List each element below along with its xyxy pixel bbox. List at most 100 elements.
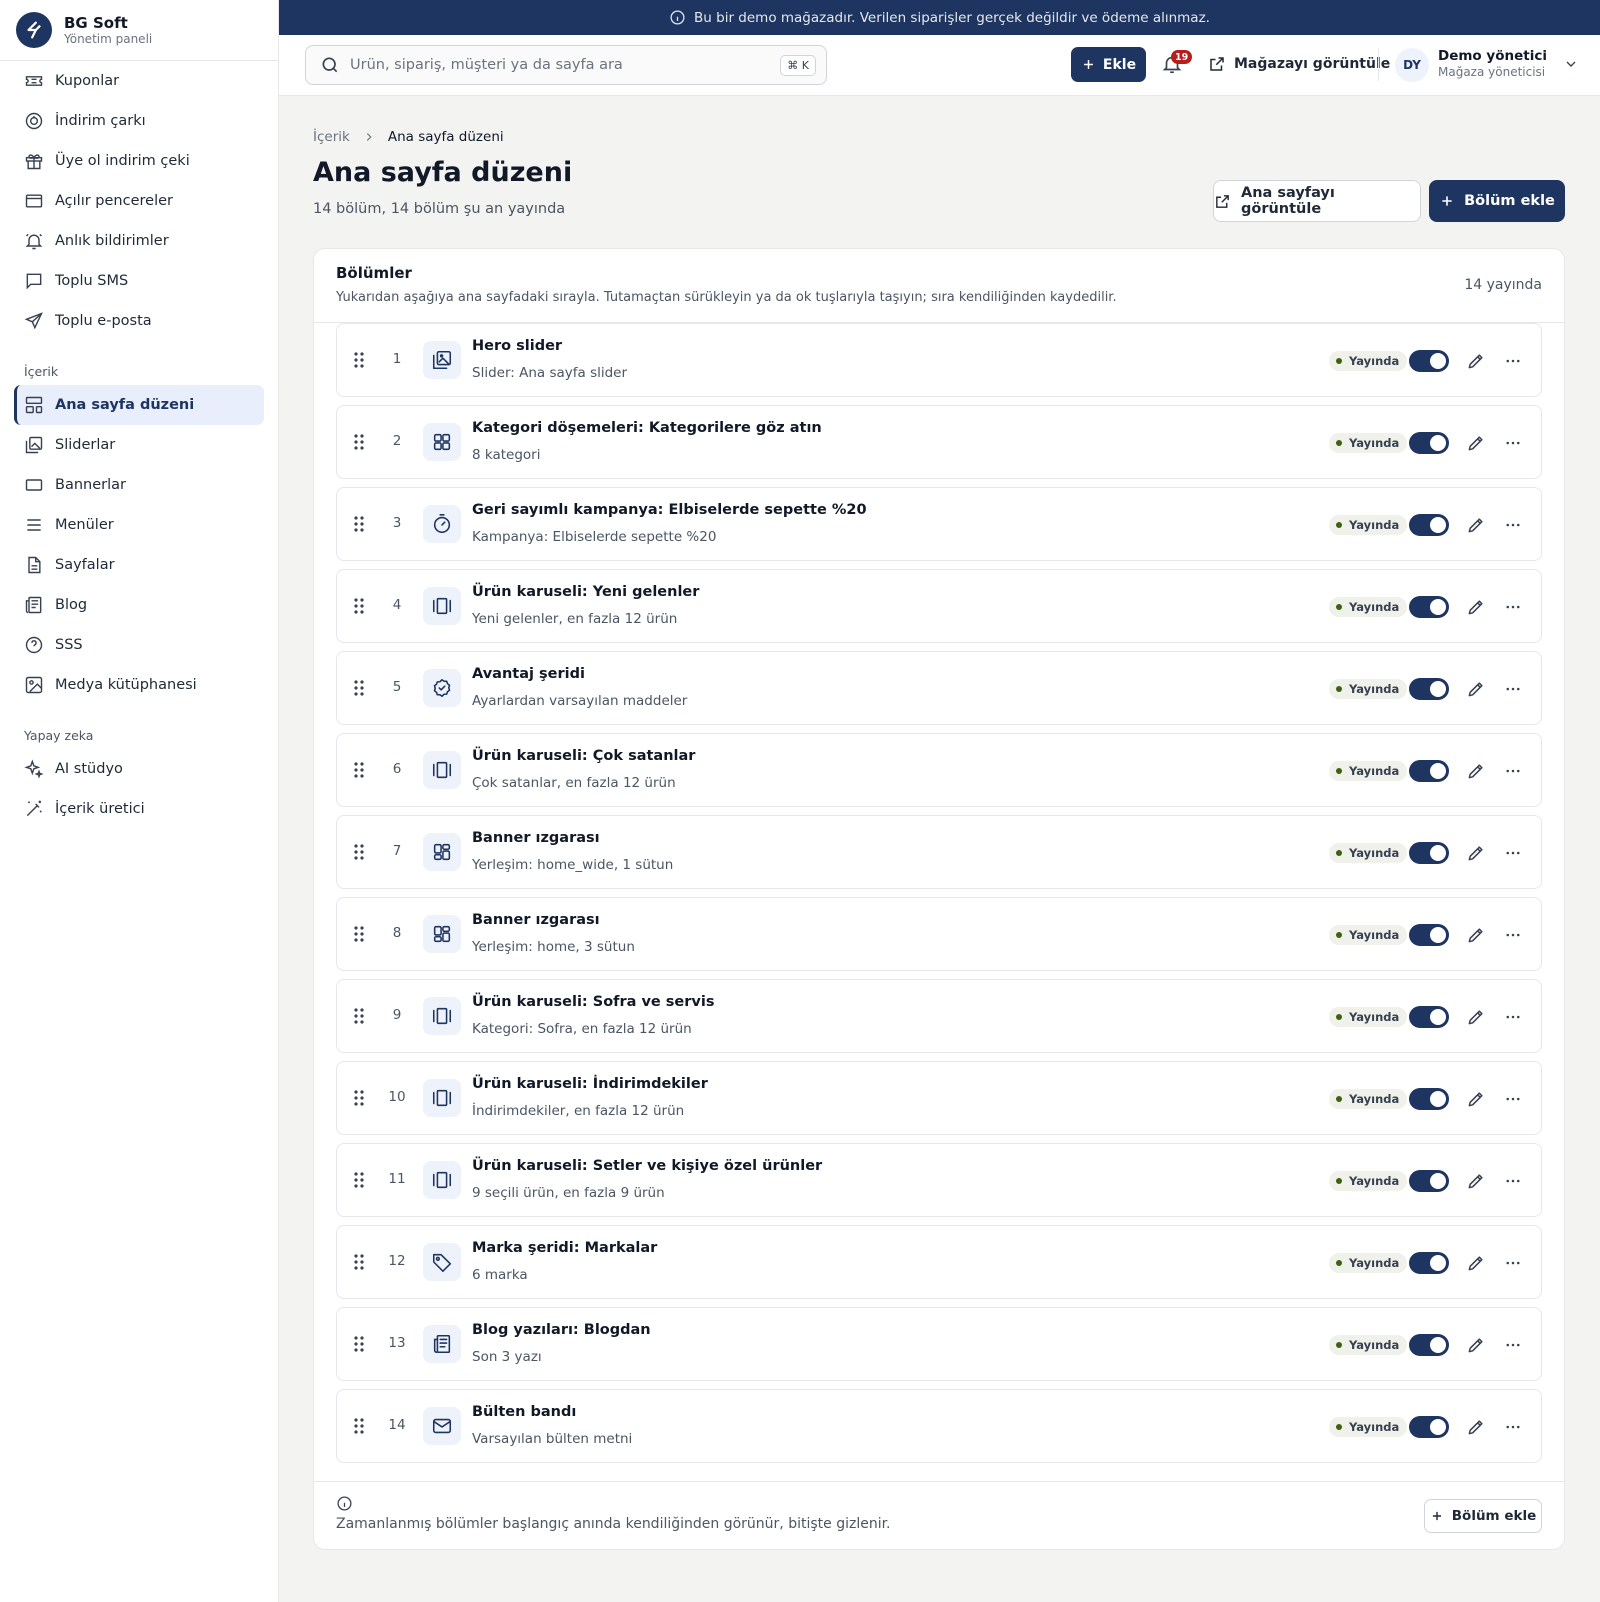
drag-handle-icon[interactable]	[351, 1171, 367, 1189]
sidebar-item-homepage-layout[interactable]: Ana sayfa düzeni	[14, 385, 264, 425]
section-row[interactable]: 7 Banner ızgarası Yerleşim: home_wide, 1 s…	[336, 815, 1542, 889]
footer-add-section-button[interactable]: Bölüm ekle	[1424, 1499, 1542, 1533]
sidebar-item-push[interactable]: Anlık bildirimler	[14, 221, 264, 261]
more-horizontal-icon[interactable]	[1504, 844, 1522, 862]
publish-toggle[interactable]	[1409, 678, 1449, 700]
chevron-down-icon[interactable]	[1563, 56, 1579, 72]
view-store-link[interactable]: Mağazayı görüntüle	[1208, 53, 1390, 75]
more-horizontal-icon[interactable]	[1504, 1254, 1522, 1272]
pencil-icon[interactable]	[1466, 925, 1486, 945]
section-row[interactable]: 5 Avantaj şeridi Ayarlardan varsayılan mad…	[336, 651, 1542, 725]
more-horizontal-icon[interactable]	[1504, 516, 1522, 534]
section-row[interactable]: 2 Kategori döşemeleri: Kategorilere göz a…	[336, 405, 1542, 479]
publish-toggle[interactable]	[1409, 1334, 1449, 1356]
section-row[interactable]: 3 Geri sayımlı kampanya: Elbiselerde sepe…	[336, 487, 1542, 561]
sidebar-item-popups[interactable]: Açılır pencereler	[14, 181, 264, 221]
sidebar-item-ai-studio[interactable]: AI stüdyo	[14, 749, 264, 789]
pencil-icon[interactable]	[1466, 351, 1486, 371]
user-name[interactable]: Demo yönetici	[1438, 48, 1547, 64]
section-row[interactable]: 9 Ürün karuseli: Sofra ve servis Kategori:…	[336, 979, 1542, 1053]
drag-handle-icon[interactable]	[351, 761, 367, 779]
sidebar-item-bulk-sms[interactable]: Toplu SMS	[14, 261, 264, 301]
sidebar-item-pages[interactable]: Sayfalar	[14, 545, 264, 585]
publish-toggle[interactable]	[1409, 1416, 1449, 1438]
sidebar-item-discount-wheel[interactable]: İndirim çarkı	[14, 101, 264, 141]
section-row[interactable]: 10 Ürün karuseli: İndirimdekiler İndirimde…	[336, 1061, 1542, 1135]
section-row[interactable]: 12 Marka şeridi: Markalar 6 marka Yayında	[336, 1225, 1542, 1299]
section-row[interactable]: 14 Bülten bandı Varsayılan bülten metni Yay…	[336, 1389, 1542, 1463]
brand[interactable]: BG Soft Yönetim paneli	[0, 0, 278, 61]
section-row[interactable]: 11 Ürün karuseli: Setler ve kişiye özel ü…	[336, 1143, 1542, 1217]
pencil-icon[interactable]	[1466, 1171, 1486, 1191]
pencil-icon[interactable]	[1466, 679, 1486, 699]
breadcrumb-parent[interactable]: İçerik	[313, 129, 350, 145]
pencil-icon[interactable]	[1466, 597, 1486, 617]
search-input[interactable]	[350, 57, 760, 73]
drag-handle-icon[interactable]	[351, 515, 367, 533]
sidebar-item-blog[interactable]: Blog	[14, 585, 264, 625]
pencil-icon[interactable]	[1466, 515, 1486, 535]
section-row[interactable]: 4 Ürün karuseli: Yeni gelenler Yeni gelenl…	[336, 569, 1542, 643]
status-dot	[1336, 686, 1342, 692]
drag-handle-icon[interactable]	[351, 1417, 367, 1435]
publish-toggle[interactable]	[1409, 842, 1449, 864]
section-row[interactable]: 8 Banner ızgarası Yerleşim: home, 3 sütun Y…	[336, 897, 1542, 971]
sidebar-item-bulk-email[interactable]: Toplu e-posta	[14, 301, 264, 341]
pencil-icon[interactable]	[1466, 761, 1486, 781]
publish-toggle[interactable]	[1409, 1170, 1449, 1192]
publish-toggle[interactable]	[1409, 1252, 1449, 1274]
drag-handle-icon[interactable]	[351, 1089, 367, 1107]
drag-handle-icon[interactable]	[351, 679, 367, 697]
publish-toggle[interactable]	[1409, 1088, 1449, 1110]
sidebar-item-banners[interactable]: Bannerlar	[14, 465, 264, 505]
more-horizontal-icon[interactable]	[1504, 598, 1522, 616]
pencil-icon[interactable]	[1466, 433, 1486, 453]
more-horizontal-icon[interactable]	[1504, 762, 1522, 780]
publish-toggle[interactable]	[1409, 596, 1449, 618]
publish-toggle[interactable]	[1409, 1006, 1449, 1028]
drag-handle-icon[interactable]	[351, 1253, 367, 1271]
section-row[interactable]: 1 Hero slider Slider: Ana sayfa slider Yayı…	[336, 323, 1542, 397]
publish-toggle[interactable]	[1409, 514, 1449, 536]
avatar[interactable]: DY	[1395, 48, 1429, 82]
drag-handle-icon[interactable]	[351, 433, 367, 451]
more-horizontal-icon[interactable]	[1504, 1418, 1522, 1436]
publish-toggle[interactable]	[1409, 924, 1449, 946]
sidebar-item-sliders[interactable]: Sliderlar	[14, 425, 264, 465]
more-horizontal-icon[interactable]	[1504, 680, 1522, 698]
sidebar-item-content-generator[interactable]: İçerik üretici	[14, 789, 264, 829]
section-row[interactable]: 6 Ürün karuseli: Çok satanlar Çok satanlar…	[336, 733, 1542, 807]
more-horizontal-icon[interactable]	[1504, 434, 1522, 452]
view-homepage-button[interactable]: Ana sayfayı görüntüle	[1213, 180, 1421, 222]
publish-toggle[interactable]	[1409, 432, 1449, 454]
more-horizontal-icon[interactable]	[1504, 352, 1522, 370]
drag-handle-icon[interactable]	[351, 1007, 367, 1025]
sidebar-item-faq[interactable]: SSS	[14, 625, 264, 665]
pencil-icon[interactable]	[1466, 1007, 1486, 1027]
add-button[interactable]: Ekle	[1071, 47, 1146, 82]
drag-handle-icon[interactable]	[351, 351, 367, 369]
add-section-button[interactable]: Bölüm ekle	[1429, 180, 1565, 222]
more-horizontal-icon[interactable]	[1504, 1336, 1522, 1354]
sidebar-item-media-library[interactable]: Medya kütüphanesi	[14, 665, 264, 705]
drag-handle-icon[interactable]	[351, 1335, 367, 1353]
publish-toggle[interactable]	[1409, 350, 1449, 372]
drag-handle-icon[interactable]	[351, 843, 367, 861]
more-horizontal-icon[interactable]	[1504, 1008, 1522, 1026]
drag-handle-icon[interactable]	[351, 597, 367, 615]
search-box[interactable]: ⌘ K	[305, 45, 827, 85]
pencil-icon[interactable]	[1466, 1253, 1486, 1273]
pencil-icon[interactable]	[1466, 1417, 1486, 1437]
drag-handle-icon[interactable]	[351, 925, 367, 943]
more-horizontal-icon[interactable]	[1504, 1090, 1522, 1108]
sidebar-item-menus[interactable]: Menüler	[14, 505, 264, 545]
section-row[interactable]: 13 Blog yazıları: Blogdan Son 3 yazı Yayınd…	[336, 1307, 1542, 1381]
pencil-icon[interactable]	[1466, 1089, 1486, 1109]
sidebar-item-coupons[interactable]: Kuponlar	[14, 61, 264, 101]
pencil-icon[interactable]	[1466, 843, 1486, 863]
pencil-icon[interactable]	[1466, 1335, 1486, 1355]
sidebar-item-signup-voucher[interactable]: Üye ol indirim çeki	[14, 141, 264, 181]
more-horizontal-icon[interactable]	[1504, 1172, 1522, 1190]
more-horizontal-icon[interactable]	[1504, 926, 1522, 944]
publish-toggle[interactable]	[1409, 760, 1449, 782]
